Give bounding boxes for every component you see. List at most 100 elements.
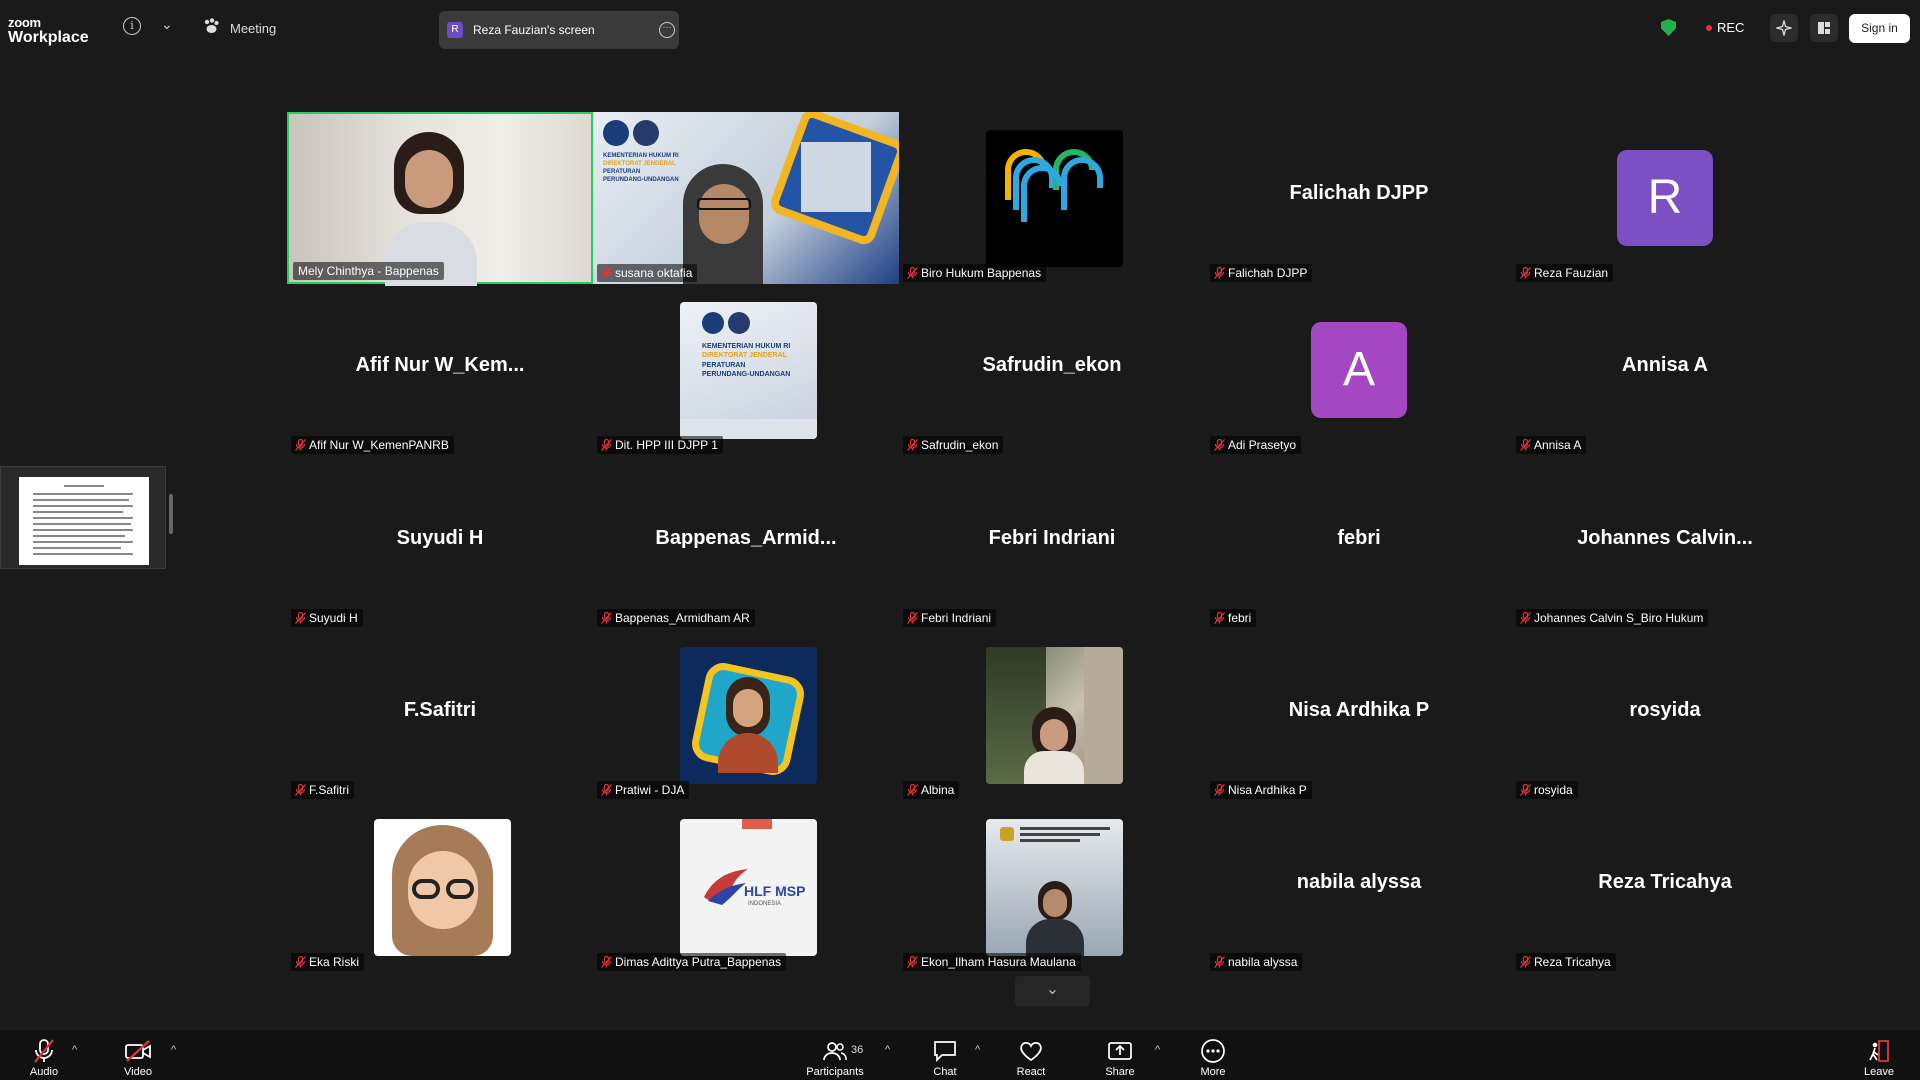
djpp-banner-line2: DIREKTORAT JENDERAL: [603, 161, 676, 168]
security-shield-icon[interactable]: [1661, 19, 1676, 36]
mic-muted-icon: [30, 1038, 58, 1064]
participant-name-label: Febri Indriani: [903, 609, 997, 627]
view-layout-button[interactable]: [1810, 14, 1838, 42]
participant-name: rosyida: [1534, 783, 1573, 797]
chat-options-caret-icon[interactable]: ^: [975, 1044, 980, 1056]
video-label: Video: [124, 1066, 152, 1078]
presenter-badge: R: [447, 22, 463, 38]
djpp-logo-image: KEMENTERIAN HUKUM RI DIREKTORAT JENDERAL P…: [680, 302, 817, 439]
screen-share-pill[interactable]: R Reza Fauzian's screen ···: [439, 11, 679, 49]
mic-muted-icon: [601, 956, 612, 968]
participant-tile[interactable]: Mely Chinthya - Bappenas: [287, 112, 593, 286]
participant-name: Nisa Ardhika P: [1228, 783, 1307, 797]
mic-muted-icon: [1520, 956, 1531, 968]
profile-picture-ekon-ilham: [986, 819, 1123, 956]
participants-count: 36: [851, 1044, 864, 1056]
mic-muted-icon: [1214, 784, 1225, 796]
participants-icon: [821, 1038, 849, 1064]
participant-tile[interactable]: R Reza Fauzian: [1512, 112, 1818, 284]
leave-button[interactable]: Leave: [1849, 1038, 1909, 1078]
mic-muted-icon: [295, 612, 306, 624]
mic-muted-icon: [907, 267, 918, 279]
participant-name-label: Biro Hukum Bappenas: [903, 264, 1047, 282]
participant-display-name: Bappenas_Armid...: [655, 527, 837, 549]
participant-tile[interactable]: Albina: [899, 629, 1205, 801]
react-button[interactable]: React: [1001, 1038, 1061, 1078]
scroll-down-button[interactable]: ⌄: [1015, 976, 1090, 1006]
participant-name: Pratiwi - DJA: [615, 783, 685, 797]
panel-resize-handle[interactable]: [169, 494, 173, 534]
participant-name: Ekon_Ilham Hasura Maulana: [921, 955, 1076, 969]
participant-tile[interactable]: Febri Indriani Febri Indriani: [899, 457, 1205, 629]
chat-button[interactable]: Chat: [915, 1038, 975, 1078]
video-options-caret-icon[interactable]: ^: [171, 1044, 176, 1056]
participant-name: Falichah DJPP: [1228, 266, 1308, 280]
ai-companion-button[interactable]: [1770, 14, 1798, 42]
video-button[interactable]: Video: [108, 1038, 168, 1078]
participant-tile[interactable]: Pratiwi - DJA: [593, 629, 899, 801]
shared-screen-thumbnail[interactable]: [0, 466, 166, 569]
mic-muted-icon: [907, 956, 918, 968]
participant-tile[interactable]: F.Safitri F.Safitri: [287, 629, 593, 801]
paw-icon: [203, 18, 220, 39]
participant-tile[interactable]: Reza Tricahya Reza Tricahya: [1512, 801, 1818, 973]
participant-name: Febri Indriani: [921, 611, 992, 625]
participant-name: Biro Hukum Bappenas: [921, 266, 1042, 280]
participant-name-label: Falichah DJPP: [1210, 264, 1313, 282]
participant-name-label: Afif Nur W_KemenPANRB: [291, 436, 454, 454]
participant-tile[interactable]: Suyudi H Suyudi H: [287, 457, 593, 629]
participant-name: Suyudi H: [309, 611, 358, 625]
info-icon[interactable]: i: [123, 17, 141, 35]
participant-tile[interactable]: Eka Riski: [287, 801, 593, 973]
participant-name: Dimas Adittya Putra_Bappenas: [615, 955, 782, 969]
participant-display-name: febri: [1337, 527, 1381, 549]
participant-tile[interactable]: Afif Nur W_Kem... Afif Nur W_KemenPANRB: [287, 284, 593, 456]
chevron-down-icon[interactable]: ⌄: [161, 16, 173, 33]
participant-tile[interactable]: nabila alyssa nabila alyssa: [1206, 801, 1512, 973]
participant-name-label: Reza Fauzian: [1516, 264, 1614, 282]
sign-in-button[interactable]: Sign in: [1849, 14, 1910, 43]
participant-tile[interactable]: Falichah DJPP Falichah DJPP: [1206, 112, 1512, 284]
participant-tile[interactable]: KEMENTERIAN HUKUM RI DIREKTORAT JENDERAL P…: [593, 112, 899, 284]
participant-name-label: susana oktafia: [597, 264, 698, 282]
more-button[interactable]: More: [1183, 1038, 1243, 1078]
participant-tile[interactable]: Annisa A Annisa A: [1512, 284, 1818, 456]
mic-muted-icon: [601, 612, 612, 624]
participant-display-name: F.Safitri: [403, 699, 477, 721]
hlf-msp-text: HLF MSP: [744, 883, 806, 899]
audio-button[interactable]: Audio: [14, 1038, 74, 1078]
recording-indicator[interactable]: REC: [1706, 20, 1744, 35]
participant-name-label: Safrudin_ekon: [903, 436, 1004, 454]
participant-tile[interactable]: Safrudin_ekon Safrudin_ekon: [899, 284, 1205, 456]
mic-muted-icon: [1214, 267, 1225, 279]
djpp-banner-line3: PERATURAN: [603, 169, 641, 176]
djpp-banner-line1: KEMENTERIAN HUKUM RI: [603, 153, 679, 159]
bottom-toolbar: Audio ^ Video ^ Participants 36 ^ Chat ^…: [0, 1030, 1920, 1080]
participant-name-label: Annisa A: [1516, 436, 1587, 454]
participant-tile[interactable]: KEMENTERIAN HUKUM RI DIREKTORAT JENDERAL P…: [593, 284, 899, 456]
participant-tile[interactable]: Biro Hukum Bappenas: [899, 112, 1205, 284]
share-options-caret-icon[interactable]: ^: [1155, 1044, 1160, 1056]
share-button[interactable]: Share: [1090, 1038, 1150, 1078]
participant-tile[interactable]: Ekon_Ilham Hasura Maulana: [899, 801, 1205, 973]
share-screen-icon: [1106, 1038, 1134, 1064]
participant-tile[interactable]: A Adi Prasetyo: [1206, 284, 1512, 456]
hlf-msp-subtext: INDONESIA: [748, 901, 782, 907]
participant-tile[interactable]: febri febri: [1206, 457, 1512, 629]
profile-picture-albina: [986, 647, 1123, 784]
participant-tile[interactable]: rosyida rosyida: [1512, 629, 1818, 801]
participant-display-name: Falichah DJPP: [1289, 182, 1429, 204]
more-options-icon[interactable]: ···: [659, 22, 675, 38]
participants-options-caret-icon[interactable]: ^: [885, 1044, 890, 1056]
participant-name-label: rosyida: [1516, 781, 1578, 799]
participant-tile[interactable]: Bappenas_Armid... Bappenas_Armidham AR: [593, 457, 899, 629]
participant-name: Safrudin_ekon: [921, 438, 999, 452]
meeting-button[interactable]: Meeting: [203, 18, 276, 39]
audio-options-caret-icon[interactable]: ^: [72, 1044, 77, 1056]
participant-display-name: Reza Tricahya: [1598, 871, 1732, 893]
participant-tile[interactable]: Johannes Calvin... Johannes Calvin S_Biro…: [1512, 457, 1818, 629]
participant-tile[interactable]: HLF MSP INDONESIA Dimas Adittya Putra_Bapp…: [593, 801, 899, 973]
profile-picture-pratiwi: [680, 647, 817, 784]
participant-name: Bappenas_Armidham AR: [615, 611, 750, 625]
participant-tile[interactable]: Nisa Ardhika P Nisa Ardhika P: [1206, 629, 1512, 801]
